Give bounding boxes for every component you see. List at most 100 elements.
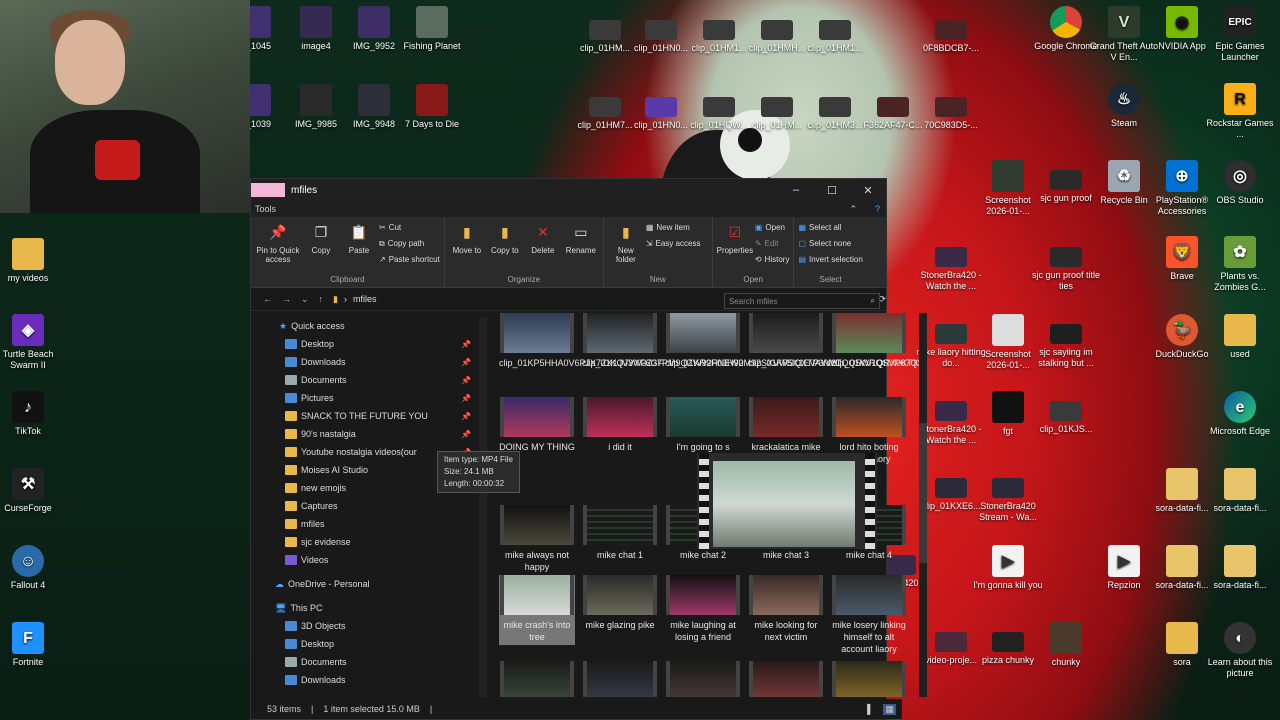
nav-onedrive[interactable]: ☁ OneDrive - Personal: [251, 575, 479, 593]
maximize-button[interactable]: ☐: [814, 184, 850, 197]
file-tile[interactable]: [499, 661, 575, 697]
nav-item-3d-objects[interactable]: 3D Objects: [251, 617, 479, 635]
nav-item-desktop[interactable]: Desktop 📌: [251, 335, 479, 353]
file-tile[interactable]: clip_01KP5HHA0V6PJX7ZX1JVVYF6GF: [499, 313, 663, 369]
file-tile[interactable]: mike laughing at losing a friend: [665, 575, 741, 643]
search-input[interactable]: Search mfiles ⌕: [724, 293, 880, 309]
paste-button[interactable]: 📋 Paste: [341, 221, 377, 256]
desktop-icon[interactable]: sjc gun proof title ties: [1031, 247, 1101, 292]
file-tile[interactable]: clip_01KV1QRX0KTX2YVZTGYMMNM5GX: [831, 313, 919, 369]
file-tile[interactable]: [748, 661, 824, 697]
recent-locations-icon[interactable]: ⌄: [301, 294, 309, 305]
folder-icon[interactable]: used: [1205, 314, 1275, 360]
rename-button[interactable]: ▭ Rename: [563, 221, 599, 256]
nav-item-sjc[interactable]: sjc evidense: [251, 533, 479, 551]
properties-button[interactable]: ☑ Properties: [717, 221, 753, 256]
invert-selection-button[interactable]: ▤ Invert selection: [798, 253, 862, 266]
back-icon[interactable]: ←: [263, 294, 272, 304]
easy-access-button[interactable]: ⇲ Easy access: [646, 237, 708, 250]
desktop-icon[interactable]: 70C983D5-...: [916, 97, 986, 131]
nav-scrollbar[interactable]: [479, 317, 487, 697]
breadcrumb-mfiles[interactable]: mfiles: [353, 294, 377, 304]
file-tile[interactable]: [831, 661, 907, 697]
ribbon-collapse-icon[interactable]: ⌃: [849, 204, 857, 215]
copy-path-button[interactable]: ⧉ Copy path: [379, 237, 440, 250]
scrollbar-thumb[interactable]: [919, 423, 927, 563]
file-tile[interactable]: clip_01KR9HNEW0M92SXVW5X1EVAYWC: [665, 313, 841, 369]
nav-item-pc-desktop[interactable]: Desktop: [251, 635, 479, 653]
obs-icon[interactable]: ◎ OBS Studio: [1205, 160, 1275, 206]
open-button[interactable]: ▣ Open: [755, 221, 790, 234]
forward-icon[interactable]: →: [282, 294, 291, 304]
fortnite-icon[interactable]: F Fortnite: [0, 622, 63, 668]
edge-icon[interactable]: e Microsoft Edge: [1205, 391, 1275, 437]
file-tile[interactable]: [665, 661, 741, 697]
file-tile[interactable]: mike looking for next victim: [748, 575, 824, 643]
details-view-icon[interactable]: ▌: [867, 704, 873, 714]
nav-item-mfiles[interactable]: mfiles: [251, 515, 479, 533]
epic-games-icon[interactable]: EPIC Epic Games Launcher: [1205, 6, 1275, 63]
nav-this-pc[interactable]: 🖥 This PC: [251, 599, 479, 617]
file-tile[interactable]: clip_01KR9QXTP3M2TQQ5WRQSVP07QS: [748, 313, 919, 369]
file-tile[interactable]: i did it: [582, 397, 658, 453]
desktop-icon[interactable]: 7 Days to Die: [397, 84, 467, 130]
close-button[interactable]: ✕: [850, 184, 886, 197]
nav-item-pc-downloads[interactable]: Downloads: [251, 671, 479, 689]
desktop-icon[interactable]: clip_01KJS...: [1031, 401, 1101, 435]
tab-tools[interactable]: Tools: [255, 204, 276, 214]
cut-button[interactable]: ✂ Cut: [379, 221, 440, 234]
file-grid-scrollbar[interactable]: [919, 313, 927, 697]
desktop-icon[interactable]: ▶ I'm gonna kill you: [973, 545, 1043, 591]
nav-item-documents[interactable]: Documents 📌: [251, 371, 479, 389]
desktop-icon[interactable]: StonerBra420 - Watch the ...: [916, 247, 986, 292]
rockstar-icon[interactable]: R Rockstar Games ...: [1205, 83, 1275, 140]
copy-to-button[interactable]: ▮ Copy to: [487, 221, 523, 256]
nav-item-videos[interactable]: Videos: [251, 551, 479, 569]
desktop-icon[interactable]: sjc sayiing im stalking but ...: [1031, 324, 1101, 369]
curseforge-icon[interactable]: ⚒ CurseForge: [0, 468, 63, 514]
turtle-beach-icon[interactable]: ◈ Turtle Beach Swarm II: [0, 314, 63, 371]
nav-item-pictures[interactable]: Pictures 📌: [251, 389, 479, 407]
nav-item-pc-documents[interactable]: Documents: [251, 653, 479, 671]
paste-shortcut-button[interactable]: ↗ Paste shortcut: [379, 253, 440, 266]
zip-folder-icon[interactable]: sora-data-fi...: [1205, 545, 1275, 591]
steam-icon[interactable]: ♨ Steam: [1089, 83, 1159, 129]
large-icons-view-icon[interactable]: ▦: [883, 703, 896, 715]
nav-quick-access[interactable]: ★ Quick access: [251, 317, 479, 335]
title-bar[interactable]: mfiles – ☐ ✕: [251, 179, 886, 201]
fallout-icon[interactable]: ☺ Fallout 4: [0, 545, 63, 591]
nav-item-downloads[interactable]: Downloads 📌: [251, 353, 479, 371]
desktop-icon[interactable]: StonerBra420 Stream - Wa...: [973, 478, 1043, 523]
folder-icon[interactable]: my videos: [0, 238, 63, 284]
file-tile[interactable]: mike always not happy: [499, 505, 575, 573]
file-tile[interactable]: DOING MY THING: [499, 397, 575, 453]
edit-button[interactable]: ✎ Edit: [755, 237, 790, 250]
nav-item-captures[interactable]: Captures: [251, 497, 479, 515]
file-tile[interactable]: clip_01KQJ3W3Z37PM9QZW92F09H92: [582, 313, 744, 369]
desktop-icon[interactable]: Fishing Planet: [397, 6, 467, 52]
nav-item-90s[interactable]: 90's nastalgia 📌: [251, 425, 479, 443]
tiktok-icon[interactable]: ♪ TikTok: [0, 391, 63, 437]
minimize-button[interactable]: –: [778, 184, 814, 197]
file-tile[interactable]: I'm going to s: [665, 397, 741, 453]
copy-button[interactable]: ❐ Copy: [303, 221, 339, 256]
select-all-button[interactable]: ▦ Select all: [798, 221, 862, 234]
desktop-icon[interactable]: clip_01HM1...: [800, 20, 870, 54]
pin-quick-access-button[interactable]: 📌 Pin to Quick access: [255, 221, 301, 265]
file-tile[interactable]: mike losery linking himself to alt accou…: [831, 575, 907, 655]
desktop-icon[interactable]: chunky: [1031, 622, 1101, 668]
up-icon[interactable]: ↑: [319, 294, 324, 304]
file-tile[interactable]: mike glazing pike: [582, 575, 658, 631]
desktop-icon[interactable]: 0F8BDCB7-...: [916, 20, 986, 54]
select-none-button[interactable]: ▢ Select none: [798, 237, 862, 250]
pvz-icon[interactable]: ✿ Plants vs. Zombies G...: [1205, 236, 1275, 293]
file-explorer-window[interactable]: mfiles – ☐ ✕ Tools ⌃ ? 📌 Pin to Quick acc…: [250, 178, 927, 720]
delete-button[interactable]: ✕ Delete: [525, 221, 561, 256]
new-folder-button[interactable]: ▮ New folder: [608, 221, 644, 265]
zip-folder-icon[interactable]: sora-data-fi...: [1205, 468, 1275, 514]
move-to-button[interactable]: ▮ Move to: [449, 221, 485, 256]
file-tile[interactable]: [582, 661, 658, 697]
help-icon[interactable]: ?: [875, 204, 880, 214]
nav-item-snack[interactable]: SNACK TO THE FUTURE YOU 📌: [251, 407, 479, 425]
new-item-button[interactable]: ▦ New item: [646, 221, 708, 234]
